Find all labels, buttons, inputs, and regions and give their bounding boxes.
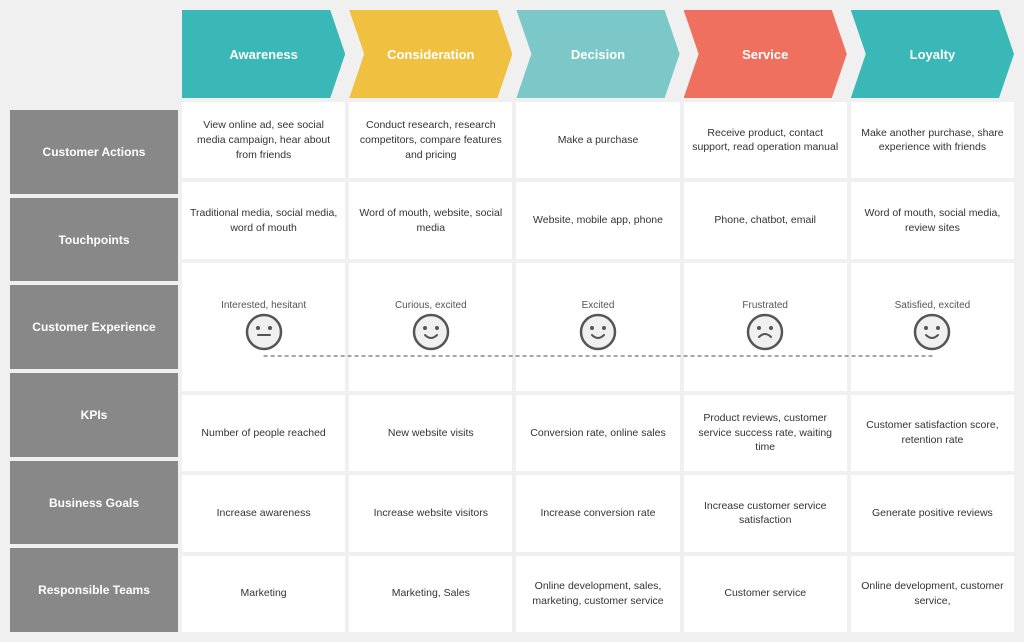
cell-teams-service: Customer service: [684, 556, 847, 632]
stage-label-awareness: Awareness: [229, 47, 297, 62]
cell-touchpoints-loyalty: Word of mouth, social media, review site…: [851, 182, 1014, 258]
stage-col-consideration: Consideration Conduct research, research …: [349, 10, 512, 632]
cell-kpis-decision: Conversion rate, online sales: [516, 395, 679, 471]
cell-goals-decision: Increase conversion rate: [516, 475, 679, 551]
stage-header-decision: Decision: [516, 10, 679, 98]
cell-actions-loyalty: Make another purchase, share experience …: [851, 102, 1014, 178]
emoji-loyalty: [913, 313, 951, 354]
stage-col-awareness: Awareness View online ad, see social medi…: [182, 10, 345, 632]
stage-body-service: Receive product, contact support, read o…: [684, 102, 847, 632]
stage-label-loyalty: Loyalty: [910, 47, 956, 62]
cell-goals-awareness: Increase awareness: [182, 475, 345, 551]
stage-body-awareness: View online ad, see social media campaig…: [182, 102, 345, 632]
emoji-consideration: [412, 313, 450, 354]
label-customer-actions: Customer Actions: [10, 110, 178, 194]
cell-goals-loyalty: Generate positive reviews: [851, 475, 1014, 551]
stage-body-loyalty: Make another purchase, share experience …: [851, 102, 1014, 632]
stage-col-service: Service Receive product, contact support,…: [684, 10, 847, 632]
emoji-decision: [579, 313, 617, 354]
exp-label-loyalty: Satisfied, excited: [895, 300, 971, 311]
cell-actions-service: Receive product, contact support, read o…: [684, 102, 847, 178]
stages-container: Awareness View online ad, see social medi…: [182, 10, 1014, 632]
cell-experience-consideration: Curious, excited: [349, 263, 512, 391]
cell-touchpoints-consideration: Word of mouth, website, social media: [349, 182, 512, 258]
cell-teams-decision: Online development, sales, marketing, cu…: [516, 556, 679, 632]
stage-header-loyalty: Loyalty: [851, 10, 1014, 98]
emoji-service: [746, 313, 784, 354]
cell-teams-awareness: Marketing: [182, 556, 345, 632]
main-container: Customer Actions Touchpoints Customer Ex…: [0, 0, 1024, 642]
exp-label-awareness: Interested, hesitant: [221, 300, 306, 311]
exp-label-decision: Excited: [582, 300, 615, 311]
cell-touchpoints-service: Phone, chatbot, email: [684, 182, 847, 258]
exp-label-consideration: Curious, excited: [395, 300, 467, 311]
cell-touchpoints-awareness: Traditional media, social media, word of…: [182, 182, 345, 258]
cell-teams-loyalty: Online development, customer service,: [851, 556, 1014, 632]
stage-col-decision: Decision Make a purchaseWebsite, mobile a…: [516, 10, 679, 632]
cell-actions-awareness: View online ad, see social media campaig…: [182, 102, 345, 178]
label-responsible-teams: Responsible Teams: [10, 548, 178, 632]
cell-kpis-service: Product reviews, customer service succes…: [684, 395, 847, 471]
cell-experience-decision: Excited: [516, 263, 679, 391]
exp-label-service: Frustrated: [742, 300, 788, 311]
cell-experience-awareness: Interested, hesitant: [182, 263, 345, 391]
stage-col-loyalty: Loyalty Make another purchase, share expe…: [851, 10, 1014, 632]
cell-teams-consideration: Marketing, Sales: [349, 556, 512, 632]
label-business-goals: Business Goals: [10, 461, 178, 545]
cell-goals-consideration: Increase website visitors: [349, 475, 512, 551]
label-customer-experience: Customer Experience: [10, 285, 178, 369]
label-kpis: KPIs: [10, 373, 178, 457]
stage-body-decision: Make a purchaseWebsite, mobile app, phon…: [516, 102, 679, 632]
cell-actions-decision: Make a purchase: [516, 102, 679, 178]
stage-header-service: Service: [684, 10, 847, 98]
stage-label-decision: Decision: [571, 47, 625, 62]
cell-touchpoints-decision: Website, mobile app, phone: [516, 182, 679, 258]
stage-label-consideration: Consideration: [387, 47, 474, 62]
stage-header-consideration: Consideration: [349, 10, 512, 98]
stage-body-consideration: Conduct research, research competitors, …: [349, 102, 512, 632]
cell-kpis-loyalty: Customer satisfaction score, retention r…: [851, 395, 1014, 471]
cell-experience-service: Frustrated: [684, 263, 847, 391]
label-touchpoints: Touchpoints: [10, 198, 178, 282]
cell-kpis-awareness: Number of people reached: [182, 395, 345, 471]
cell-goals-service: Increase customer service satisfaction: [684, 475, 847, 551]
cell-experience-loyalty: Satisfied, excited: [851, 263, 1014, 391]
label-column: Customer Actions Touchpoints Customer Ex…: [10, 110, 178, 632]
emoji-awareness: [245, 313, 283, 354]
cell-actions-consideration: Conduct research, research competitors, …: [349, 102, 512, 178]
stage-label-service: Service: [742, 47, 788, 62]
cell-kpis-consideration: New website visits: [349, 395, 512, 471]
stage-header-awareness: Awareness: [182, 10, 345, 98]
